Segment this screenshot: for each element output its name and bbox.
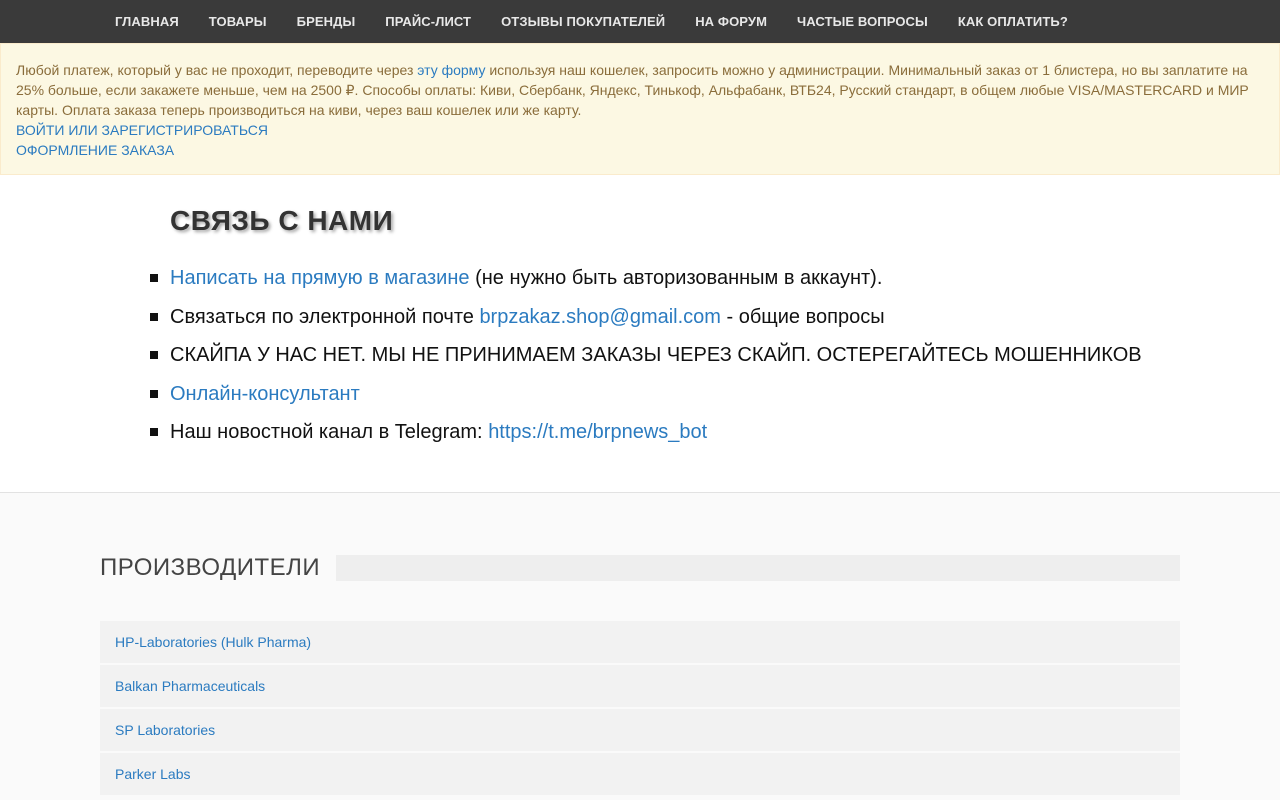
- contact-title: СВЯЗЬ С НАМИ: [170, 205, 394, 236]
- makers-title: ПРОИЗВОДИТЕЛИ: [100, 554, 321, 581]
- nav-item-brands[interactable]: БРЕНДЫ: [282, 0, 371, 43]
- nav-item-reviews[interactable]: ОТЗЫВЫ ПОКУПАТЕЛЕЙ: [486, 0, 680, 43]
- notice-text: Любой платеж, который у вас не проходит,…: [16, 60, 1264, 120]
- maker-link-hp-laboratories[interactable]: HP-Laboratories (Hulk Pharma): [115, 634, 311, 650]
- list-item: SP Laboratories: [100, 709, 1180, 751]
- nav-item-products[interactable]: ТОВАРЫ: [194, 0, 282, 43]
- login-register-link[interactable]: ВОЙТИ или ЗАРЕГИСТРИРОВАТЬСЯ: [16, 120, 1264, 140]
- bullet-icon: [150, 351, 158, 359]
- nav-item-faq[interactable]: ЧАСТЫЕ ВОПРОСЫ: [782, 0, 943, 43]
- nav-item-price-list[interactable]: ПРАЙС-ЛИСТ: [370, 0, 486, 43]
- bullet-icon: [150, 274, 158, 282]
- contact-section: СВЯЗЬ С НАМИ Написать на прямую в магази…: [0, 175, 1280, 493]
- contact-item-skype-warning: СКАЙПА У НАС НЕТ. МЫ НЕ ПРИНИМАЕМ ЗАКАЗЫ…: [150, 336, 1230, 375]
- contact-item-shop-message: Написать на прямую в магазине (не нужно …: [150, 259, 1230, 298]
- shop-message-link[interactable]: Написать на прямую в магазине: [170, 267, 470, 289]
- telegram-link[interactable]: https://t.me/brpnews_bot: [488, 421, 707, 443]
- list-item: HP-Laboratories (Hulk Pharma): [100, 621, 1180, 663]
- email-note: - общие вопросы: [720, 305, 885, 328]
- checkout-link[interactable]: ОФОРМЛЕНИЕ ЗАКАЗА: [16, 140, 1264, 160]
- list-item: Parker Labs: [100, 753, 1180, 795]
- contact-item-online-consultant: Онлайн-консультант: [150, 375, 1230, 414]
- shop-message-note: (не нужно быть авторизованным в аккаунт)…: [469, 267, 883, 289]
- email-label: Связаться по электронной почте: [170, 305, 480, 328]
- title-divider-bar: [336, 555, 1180, 581]
- online-consultant-link[interactable]: Онлайн-консультант: [170, 383, 360, 405]
- nav-item-forum[interactable]: НА ФОРУМ: [680, 0, 782, 43]
- nav-item-home[interactable]: ГЛАВНАЯ: [100, 0, 194, 43]
- maker-link-balkan[interactable]: Balkan Pharmaceuticals: [115, 678, 265, 694]
- contact-item-email: Связаться по электронной почте brpzakaz.…: [150, 298, 1230, 337]
- contact-item-telegram: Наш новостной канал в Telegram: https://…: [150, 413, 1230, 452]
- maker-link-sp-laboratories[interactable]: SP Laboratories: [115, 722, 215, 738]
- bullet-icon: [150, 312, 158, 321]
- nav-item-how-to-pay[interactable]: КАК ОПЛАТИТЬ?: [943, 0, 1083, 43]
- maker-link-parker-labs[interactable]: Parker Labs: [115, 766, 190, 782]
- bullet-icon: [150, 428, 158, 436]
- bullet-icon: [150, 389, 158, 398]
- telegram-label: Наш новостной канал в Telegram:: [170, 421, 489, 443]
- makers-header: ПРОИЗВОДИТЕЛИ: [100, 553, 1180, 583]
- notice-text-before: Любой платеж, который у вас не проходит,…: [16, 62, 418, 78]
- contact-list: Написать на прямую в магазине (не нужно …: [150, 259, 1230, 452]
- payment-form-link[interactable]: эту форму: [417, 62, 485, 78]
- skype-warning-text: СКАЙПА У НАС НЕТ. МЫ НЕ ПРИНИМАЕМ ЗАКАЗЫ…: [170, 344, 1142, 366]
- top-nav: ГЛАВНАЯ ТОВАРЫ БРЕНДЫ ПРАЙС-ЛИСТ ОТЗЫВЫ …: [0, 0, 1280, 43]
- makers-list: HP-Laboratories (Hulk Pharma) Balkan Pha…: [100, 621, 1180, 797]
- email-link[interactable]: brpzakaz.shop@gmail.com: [479, 306, 721, 328]
- list-item: Balkan Pharmaceuticals: [100, 665, 1180, 707]
- payment-notice: Любой платеж, который у вас не проходит,…: [0, 43, 1280, 175]
